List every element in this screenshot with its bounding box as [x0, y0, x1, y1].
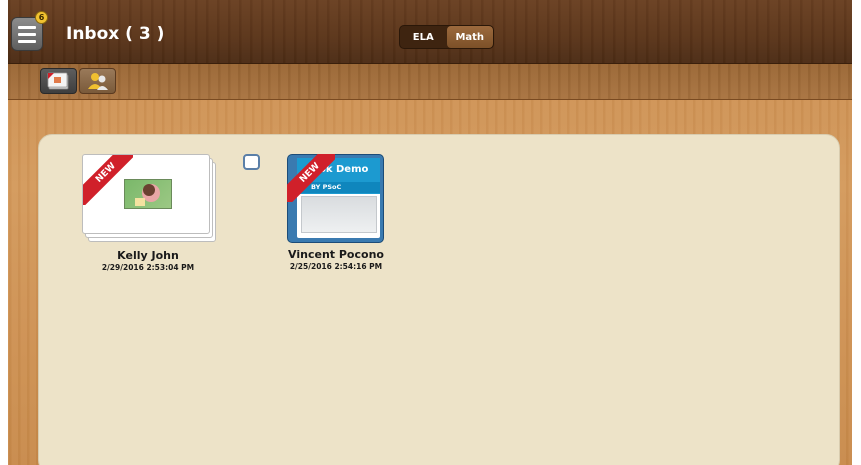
new-ribbon: NEW	[287, 154, 335, 202]
subject-segmented-control: ELA Math	[399, 25, 494, 49]
notebook-item[interactable]: ok Demo BY PSoC NEW	[287, 154, 384, 243]
new-ribbon-label: NEW	[287, 154, 335, 202]
menu-bar-line	[18, 25, 36, 29]
card-view-button[interactable]	[40, 68, 77, 94]
new-ribbon: NEW	[83, 155, 133, 205]
student-name: Vincent Pocono	[288, 248, 384, 261]
view-toggle-group	[40, 68, 122, 94]
card-view-icon	[47, 72, 68, 90]
item-caption: Vincent Pocono 2/25/2016 2:54:16 PM	[281, 248, 391, 271]
people-view-icon	[87, 73, 108, 90]
item-caption: Kelly John 2/29/2016 2:53:04 PM	[80, 249, 216, 272]
menu-bar-line	[18, 39, 36, 43]
tab-math[interactable]: Math	[446, 26, 493, 48]
new-ribbon-label: NEW	[83, 155, 133, 205]
select-checkbox[interactable]	[243, 154, 260, 170]
submission-date: 2/29/2016 2:53:04 PM	[101, 263, 195, 272]
notification-badge: 6	[35, 11, 48, 24]
submission-date: 2/25/2016 2:54:16 PM	[289, 262, 383, 271]
page-title: Inbox ( 3 )	[66, 24, 165, 44]
student-name: Kelly John	[117, 249, 179, 262]
top-bar: 6 Inbox ( 3 ) ELA Math	[8, 0, 852, 64]
tab-ela[interactable]: ELA	[400, 26, 447, 48]
view-toolbar	[8, 64, 852, 100]
card-stack-item[interactable]: NEW	[82, 154, 218, 244]
card-front: NEW	[82, 154, 210, 234]
people-view-button[interactable]	[79, 68, 116, 94]
menu-bar-line	[18, 32, 36, 36]
